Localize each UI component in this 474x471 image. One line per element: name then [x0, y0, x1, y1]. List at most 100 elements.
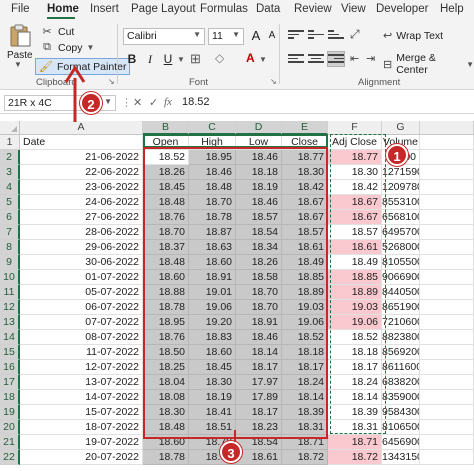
table-cell[interactable]: 18.48: [143, 195, 189, 210]
table-cell[interactable]: 18.58: [236, 270, 282, 285]
row-header[interactable]: 13: [0, 315, 20, 330]
table-cell[interactable]: 18.78: [143, 300, 189, 315]
row-header[interactable]: 20: [0, 420, 20, 435]
row-header[interactable]: 5: [0, 195, 20, 210]
table-cell[interactable]: 18.48: [143, 255, 189, 270]
table-cell[interactable]: 18.30: [328, 165, 382, 180]
table-cell[interactable]: 18.76: [143, 330, 189, 345]
column-header-c[interactable]: C: [189, 121, 236, 135]
table-cell[interactable]: 19.06: [189, 300, 236, 315]
table-cell[interactable]: 8611600: [382, 360, 420, 375]
table-cell[interactable]: 18.30: [282, 165, 328, 180]
table-cell[interactable]: 18.85: [328, 270, 382, 285]
table-cell[interactable]: [420, 180, 474, 195]
table-cell[interactable]: 18.72: [328, 450, 382, 465]
table-cell[interactable]: 18-07-2022: [20, 420, 143, 435]
table-cell[interactable]: 18.83: [189, 330, 236, 345]
table-cell[interactable]: 18.70: [236, 300, 282, 315]
table-cell[interactable]: 18.71: [328, 435, 382, 450]
table-cell[interactable]: 18.26: [236, 255, 282, 270]
row-header[interactable]: 8: [0, 240, 20, 255]
table-cell[interactable]: [420, 390, 474, 405]
table-cell[interactable]: 18.19: [189, 390, 236, 405]
table-cell[interactable]: 18.46: [189, 165, 236, 180]
table-cell[interactable]: 18.18: [282, 345, 328, 360]
clipboard-launcher-icon[interactable]: ↘: [108, 77, 115, 86]
table-cell[interactable]: 23-06-2022: [20, 180, 143, 195]
font-size-select[interactable]: 11 ▼: [208, 28, 244, 45]
table-cell[interactable]: 18.85: [282, 270, 328, 285]
row-header[interactable]: 17: [0, 375, 20, 390]
italic-button[interactable]: I: [142, 52, 158, 67]
row-header[interactable]: 9: [0, 255, 20, 270]
borders-icon[interactable]: ⊞: [190, 51, 201, 67]
table-cell[interactable]: 18.48: [189, 180, 236, 195]
table-cell[interactable]: [420, 285, 474, 300]
table-cell[interactable]: 18.46: [236, 330, 282, 345]
table-cell[interactable]: 18.50: [143, 345, 189, 360]
table-cell[interactable]: 18.52: [282, 330, 328, 345]
row-header[interactable]: 14: [0, 330, 20, 345]
table-cell[interactable]: 18.41: [189, 405, 236, 420]
row-header[interactable]: 6: [0, 210, 20, 225]
table-cell[interactable]: 18.45: [189, 360, 236, 375]
table-cell[interactable]: [420, 450, 474, 465]
header-cell[interactable]: Adj Close: [328, 135, 382, 150]
column-header-f[interactable]: F: [328, 121, 382, 135]
table-cell[interactable]: [420, 210, 474, 225]
table-cell[interactable]: 18.89: [282, 285, 328, 300]
table-cell[interactable]: 18.17: [328, 360, 382, 375]
table-cell[interactable]: 18.89: [328, 285, 382, 300]
table-cell[interactable]: 18.42: [328, 180, 382, 195]
table-cell[interactable]: 8440500: [382, 285, 420, 300]
table-cell[interactable]: 18.57: [328, 225, 382, 240]
header-cell[interactable]: Open: [143, 135, 189, 150]
row-header[interactable]: 22: [0, 450, 20, 465]
table-cell[interactable]: 13-07-2022: [20, 375, 143, 390]
tab-review[interactable]: Review: [294, 3, 332, 15]
copy-dropdown-icon[interactable]: ▼: [87, 43, 95, 52]
table-cell[interactable]: 18.63: [189, 240, 236, 255]
bottom-align-icon[interactable]: [328, 28, 344, 42]
table-cell[interactable]: 8569200: [382, 345, 420, 360]
table-cell[interactable]: 18.60: [189, 255, 236, 270]
table-cell[interactable]: 18.60: [189, 345, 236, 360]
tab-page-layout[interactable]: Page Layout: [131, 3, 196, 15]
row-header[interactable]: 18: [0, 390, 20, 405]
table-cell[interactable]: 18.17: [236, 405, 282, 420]
table-cell[interactable]: 18.91: [236, 315, 282, 330]
table-cell[interactable]: 17.89: [236, 390, 282, 405]
table-cell[interactable]: 18.77: [282, 150, 328, 165]
header-cell[interactable]: Date: [20, 135, 143, 150]
row-header[interactable]: 10: [0, 270, 20, 285]
table-cell[interactable]: 18.76: [143, 210, 189, 225]
table-cell[interactable]: 18.95: [143, 315, 189, 330]
table-cell[interactable]: 18.17: [236, 360, 282, 375]
table-cell[interactable]: 18.45: [143, 180, 189, 195]
table-cell[interactable]: 18.52: [328, 330, 382, 345]
table-cell[interactable]: 18.61: [282, 240, 328, 255]
row-header[interactable]: 3: [0, 165, 20, 180]
table-cell[interactable]: 11-07-2022: [20, 345, 143, 360]
column-header-b[interactable]: B: [143, 121, 189, 135]
table-cell[interactable]: [420, 195, 474, 210]
table-cell[interactable]: [420, 255, 474, 270]
table-cell[interactable]: 19-07-2022: [20, 435, 143, 450]
table-cell[interactable]: 18.18: [328, 345, 382, 360]
table-cell[interactable]: 18.24: [328, 375, 382, 390]
row-header[interactable]: 12: [0, 300, 20, 315]
row-header[interactable]: 15: [0, 345, 20, 360]
row-header[interactable]: 2: [0, 150, 20, 165]
table-cell[interactable]: 18.70: [189, 195, 236, 210]
paste-icon[interactable]: [8, 24, 34, 48]
table-cell[interactable]: 18.39: [282, 405, 328, 420]
table-cell[interactable]: 18.77: [328, 150, 382, 165]
table-cell[interactable]: 9066900: [382, 270, 420, 285]
align-center-icon[interactable]: [308, 52, 324, 66]
table-cell[interactable]: 6456900: [382, 435, 420, 450]
table-cell[interactable]: [420, 300, 474, 315]
table-cell[interactable]: [420, 150, 474, 165]
table-cell[interactable]: 18.46: [236, 150, 282, 165]
table-cell[interactable]: 18.54: [236, 225, 282, 240]
table-cell[interactable]: [420, 315, 474, 330]
